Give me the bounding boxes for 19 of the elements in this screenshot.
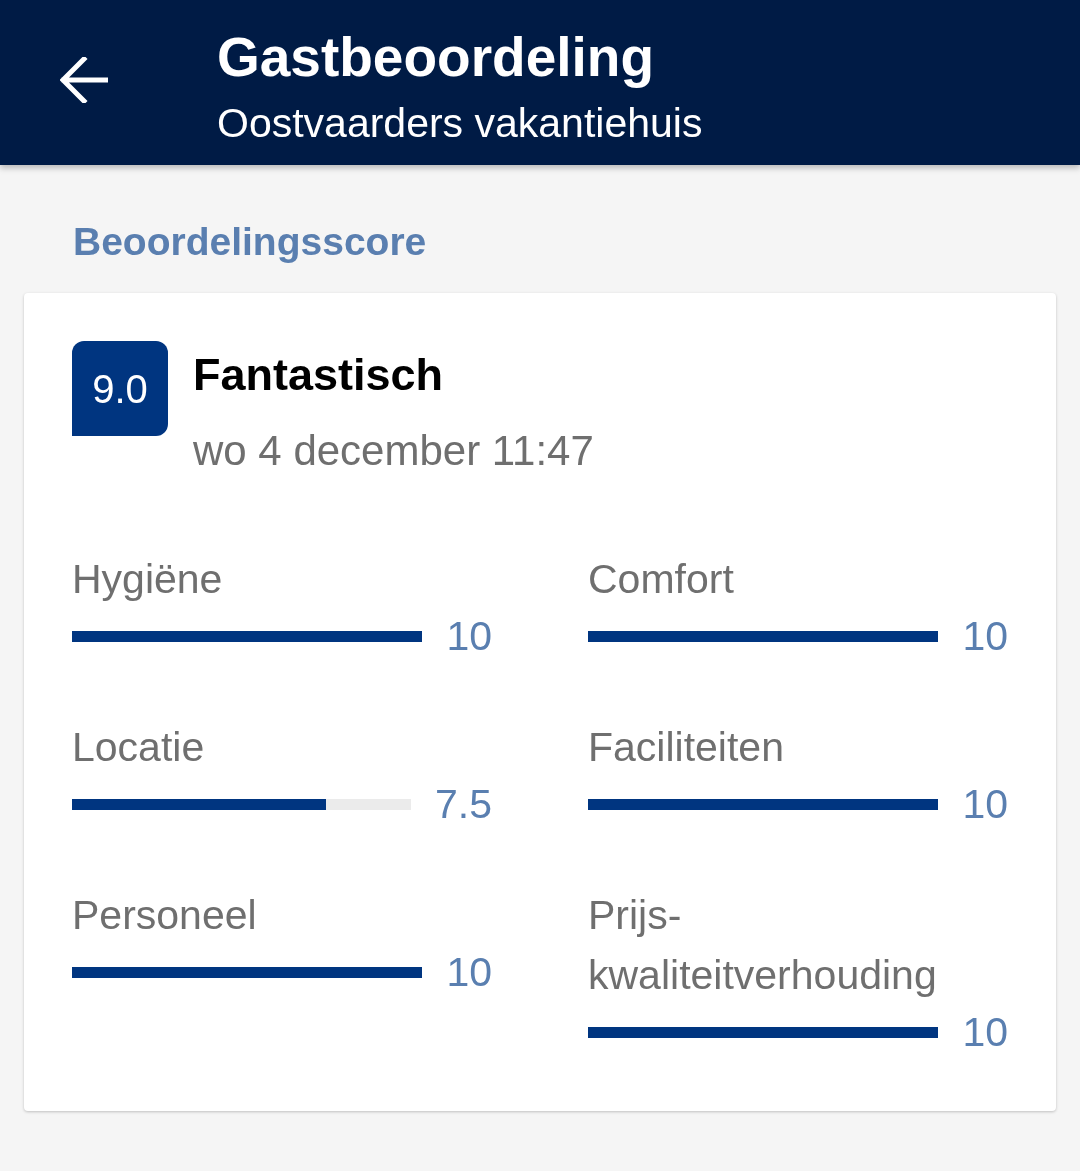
rating-verdict: Fantastisch	[193, 348, 445, 402]
category-score: 10	[446, 612, 492, 661]
score-badge: 9.0	[72, 341, 168, 436]
category-score: 10	[446, 948, 492, 997]
category-label: Hygiëne	[72, 555, 224, 604]
left-arrow-icon	[60, 56, 108, 103]
category-score: 10	[962, 780, 1008, 829]
category-score: 7.5	[435, 780, 492, 829]
category-label: Faciliteiten	[588, 723, 785, 772]
category-score: 10	[962, 1008, 1008, 1057]
category-score: 10	[962, 612, 1008, 661]
review-date: wo 4 december 11:47	[193, 426, 594, 476]
category-label: Personeel	[72, 891, 258, 940]
category-label: Comfort	[588, 555, 735, 604]
category-label: Prijs-kwaliteitverhouding	[588, 891, 938, 1000]
category-label: Locatie	[72, 723, 206, 772]
property-name: Oostvaarders vakantiehuis	[217, 99, 703, 148]
page-title: Gastbeoordeling	[217, 25, 655, 89]
section-title: Beoordelingsscore	[73, 219, 428, 265]
